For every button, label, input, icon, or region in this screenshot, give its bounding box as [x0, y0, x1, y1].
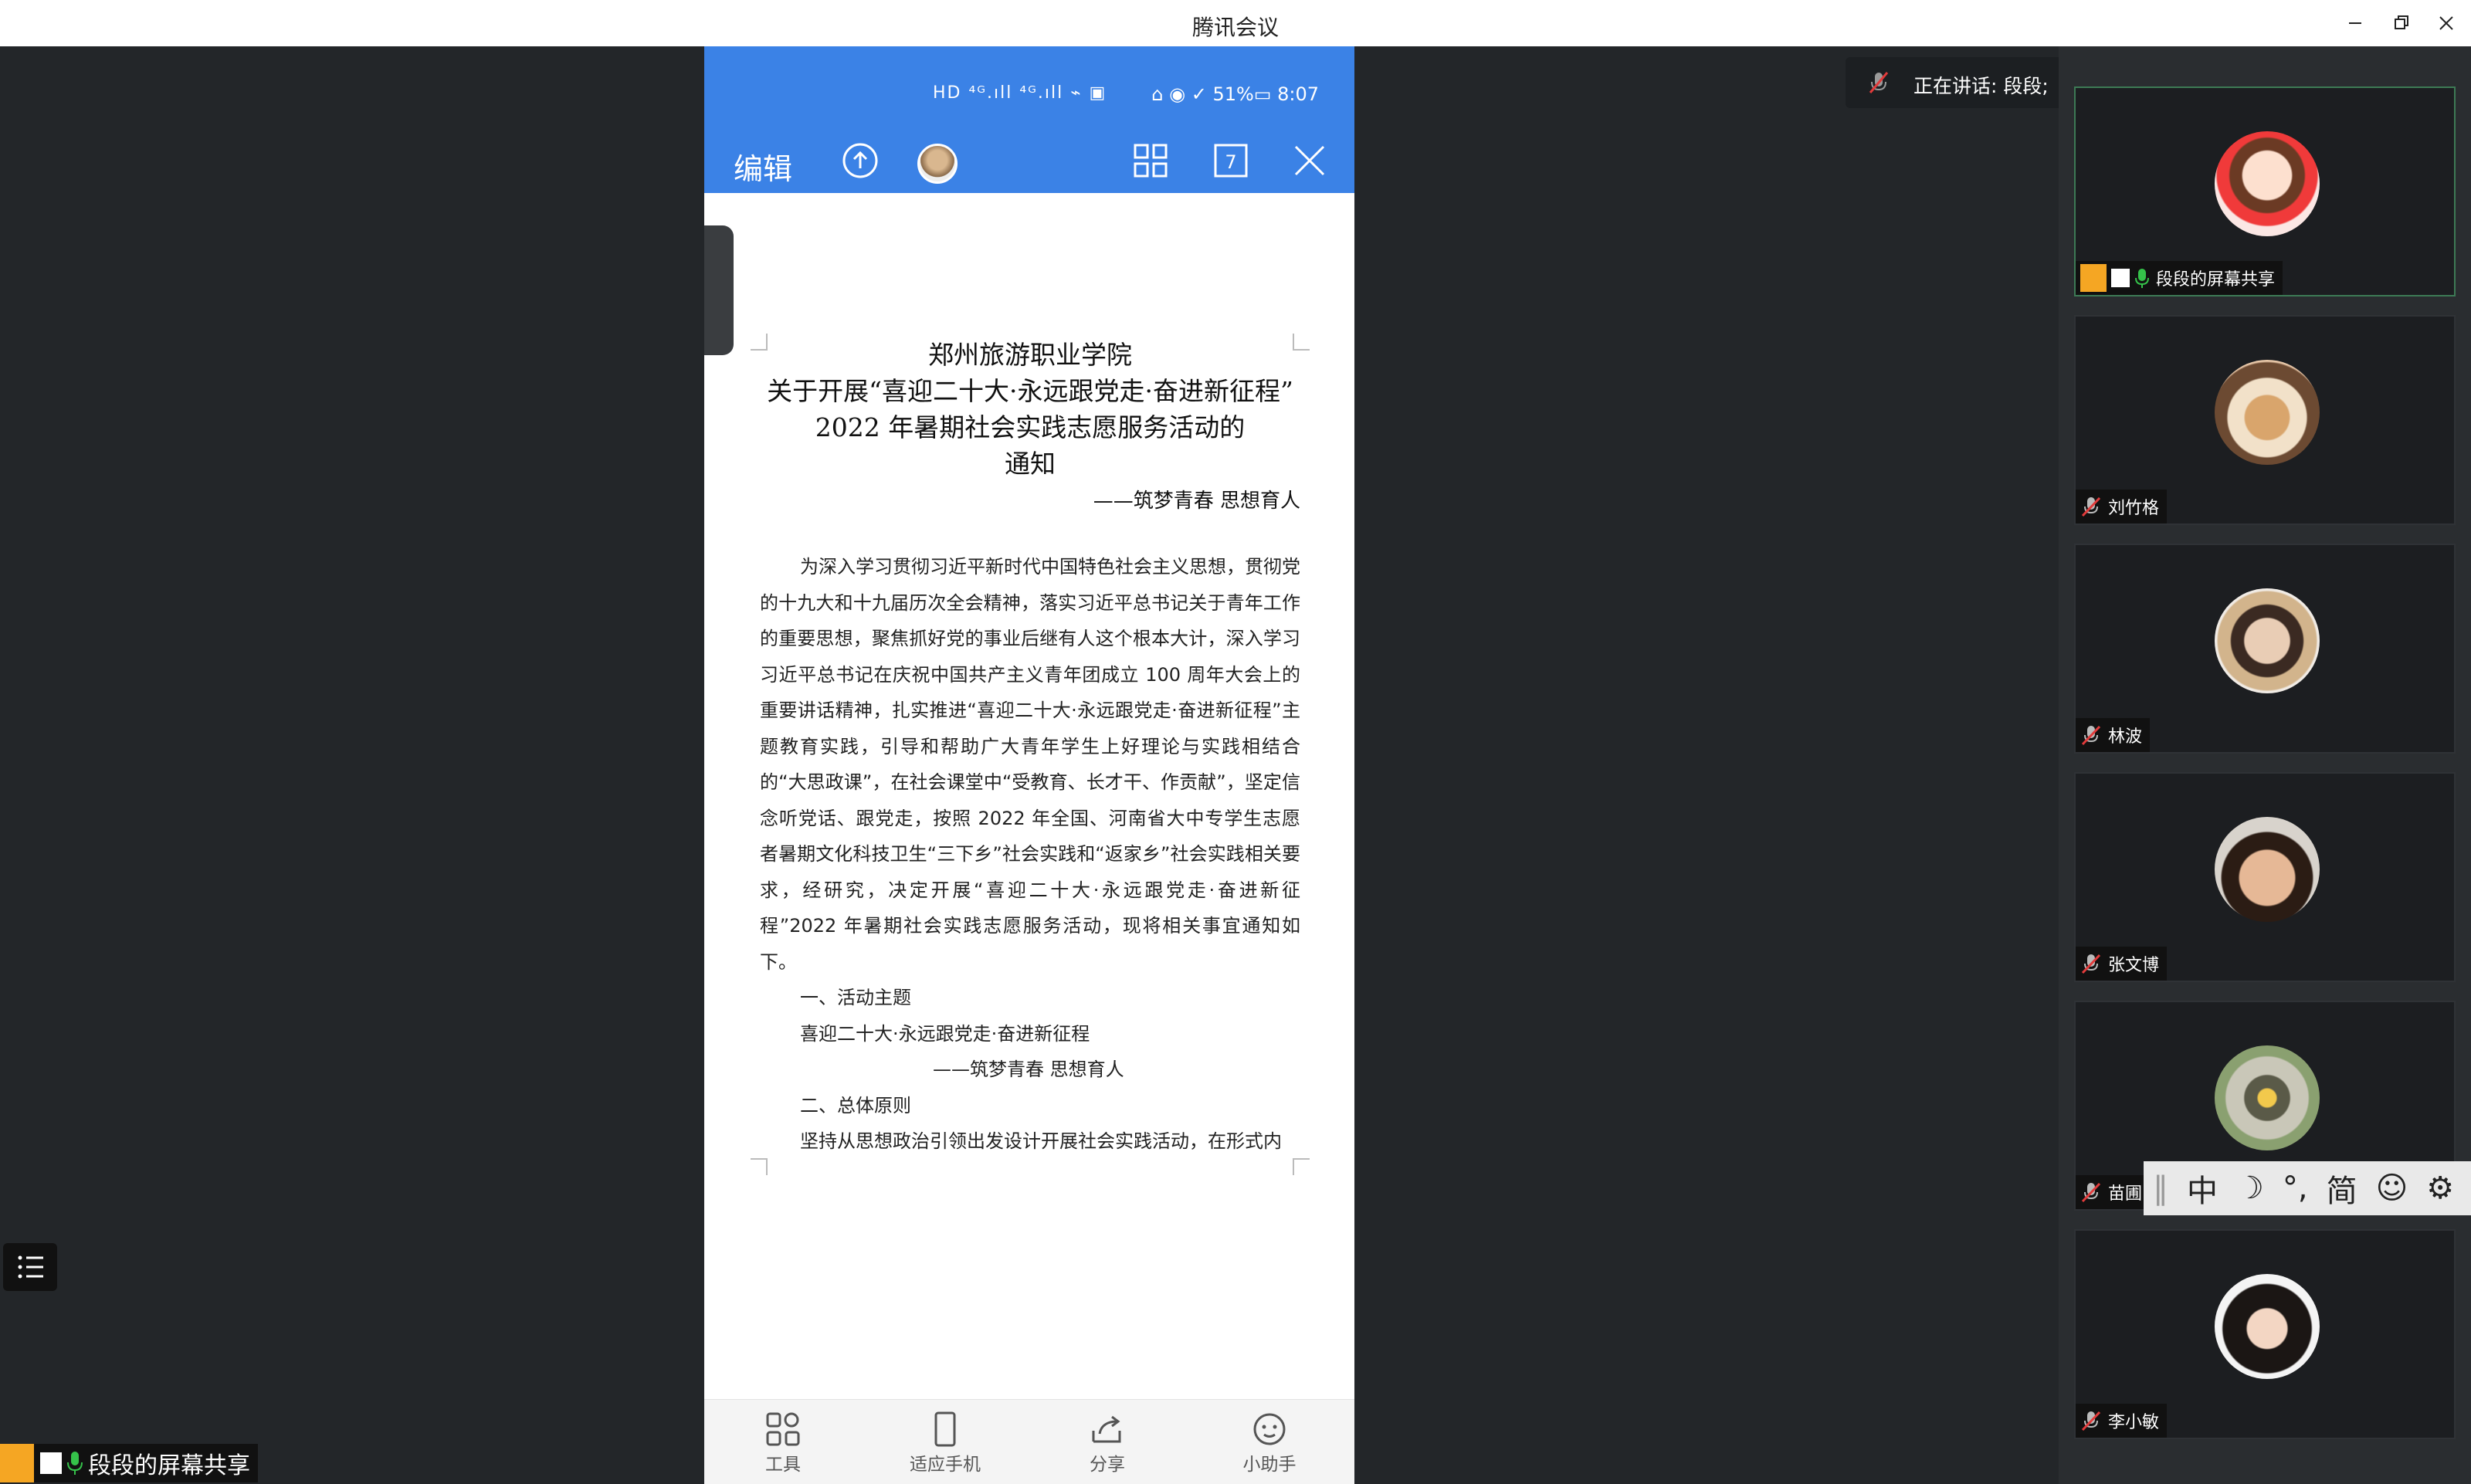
participant-name: 林波 — [2108, 727, 2143, 747]
user-icon — [0, 1444, 34, 1482]
ime-chinese-mode[interactable]: 中 — [2187, 1166, 2218, 1211]
title-bar: 腾讯会议 — [0, 0, 2471, 47]
bottom-share-label: 段段的屏幕共享 — [88, 1452, 250, 1479]
participant-nametag: 段段的屏幕共享 — [2076, 261, 2283, 295]
ime-emoji-icon[interactable]: ☺ — [2376, 1171, 2408, 1206]
ime-punctuation-icon[interactable]: °, — [2283, 1171, 2308, 1206]
minimize-button[interactable] — [2340, 8, 2371, 39]
ime-drag-handle[interactable]: ‖ — [2153, 1171, 2168, 1206]
grid-view-icon[interactable] — [1130, 141, 1171, 181]
edit-button[interactable]: 编辑 — [734, 145, 792, 188]
user-avatar-icon[interactable] — [917, 144, 958, 184]
participant-tile[interactable]: 段段的屏幕共享 — [2074, 86, 2456, 296]
mic-active-icon — [2135, 269, 2149, 288]
participant-avatar — [2215, 1045, 2320, 1150]
doc-subtitle: ——筑梦青春 思想育人 — [1093, 490, 1300, 513]
page-corner-mark — [1293, 1158, 1310, 1175]
participant-avatar — [2215, 588, 2320, 693]
share-label: 分享 — [1090, 1455, 1125, 1475]
ime-simplified-mode[interactable]: 简 — [2327, 1166, 2357, 1211]
user-icon — [2080, 264, 2107, 292]
phone-bottom-bar: 工具 适应手机 分享 小助手 — [704, 1399, 1354, 1484]
page-count-icon[interactable]: 7 — [1211, 141, 1251, 181]
menu-list-button[interactable] — [3, 1243, 57, 1291]
mic-active-icon — [67, 1452, 83, 1475]
doc-section-heading: 一、活动主题 — [800, 987, 911, 1008]
doc-paragraph: 坚持从思想政治引领出发设计开展社会实践活动，在形式内 — [800, 1130, 1282, 1152]
assistant-button[interactable]: 小助手 — [1208, 1411, 1331, 1476]
ime-toolbar[interactable]: ‖ 中 ☽ °, 简 ☺ ⚙ — [2144, 1161, 2471, 1215]
mic-muted-icon — [2081, 725, 2101, 746]
doc-theme: 喜迎二十大·永远跟党走·奋进新征程 — [800, 1022, 1090, 1045]
participant-tile[interactable]: 李小敏 — [2074, 1229, 2456, 1439]
participant-nametag: 张文博 — [2076, 947, 2168, 981]
participant-nametag: 李小敏 — [2076, 1404, 2168, 1438]
upload-icon[interactable] — [840, 141, 880, 181]
fit-phone-label: 适应手机 — [910, 1455, 981, 1475]
participant-avatar — [2215, 817, 2320, 922]
side-handle[interactable] — [704, 225, 734, 355]
doc-paragraph: 为深入学习贯彻习近平新时代中国特色社会主义思想，贯彻党的十九大和十九届历次全会精… — [760, 556, 1300, 973]
phone-status-icons: HD ⁴ᴳ.ıll ⁴ᴳ.ıll ⌁ ▣ — [933, 83, 1107, 103]
participant-name: 刘竹格 — [2108, 499, 2160, 518]
screen-share-icon — [40, 1452, 62, 1474]
phone-status-right: ⌂ ◉ ✓ 51%▭ 8:07 — [1151, 83, 1319, 105]
doc-title-line: 郑州旅游职业学院 — [928, 340, 1132, 370]
list-icon — [18, 1255, 43, 1279]
document-page: 郑州旅游职业学院 关于开展“喜迎二十大·永远跟党走·奋进新征程” 2022 年暑… — [760, 337, 1300, 1160]
participants-panel: 段段的屏幕共享 刘竹格 林波 张文博 苗圃 李小敏 — [2059, 46, 2471, 1484]
ime-settings-icon[interactable]: ⚙ — [2426, 1171, 2454, 1206]
doc-theme-sub: ——筑梦青春 思想育人 — [933, 1059, 1124, 1080]
ime-moon-icon[interactable]: ☽ — [2236, 1171, 2264, 1206]
tools-label: 工具 — [765, 1455, 801, 1475]
shared-phone-screen: HD ⁴ᴳ.ıll ⁴ᴳ.ıll ⌁ ▣ ⌂ ◉ ✓ 51%▭ 8:07 编辑 … — [704, 46, 1354, 1484]
participant-tile[interactable]: 刘竹格 — [2074, 315, 2456, 525]
page-corner-mark — [751, 1158, 768, 1175]
bottom-share-indicator: 段段的屏幕共享 — [0, 1444, 258, 1482]
close-icon[interactable] — [1290, 141, 1330, 181]
doc-body: 为深入学习贯彻习近平新时代中国特色社会主义思想，贯彻党的十九大和十九届历次全会精… — [760, 549, 1300, 1160]
participant-nametag: 林波 — [2076, 718, 2151, 752]
fit-phone-button[interactable]: 适应手机 — [883, 1411, 1007, 1476]
participant-name: 段段的屏幕共享 — [2156, 270, 2276, 290]
participant-tile[interactable]: 张文博 — [2074, 772, 2456, 982]
phone-toolbar: HD ⁴ᴳ.ıll ⁴ᴳ.ıll ⌁ ▣ ⌂ ◉ ✓ 51%▭ 8:07 编辑 … — [704, 46, 1354, 193]
doc-title-line: 关于开展“喜迎二十大·永远跟党走·奋进新征程” — [767, 376, 1293, 406]
close-window-button[interactable] — [2431, 8, 2462, 39]
doc-section-heading: 二、总体原则 — [800, 1094, 911, 1116]
participant-nametag: 苗圃 — [2076, 1175, 2151, 1209]
share-button[interactable]: 分享 — [1046, 1411, 1169, 1476]
participant-nametag: 刘竹格 — [2076, 490, 2168, 523]
participant-avatar — [2215, 131, 2320, 236]
mic-muted-icon — [2081, 954, 2101, 974]
speaking-label: 正在讲话: 段段; — [1913, 75, 2049, 97]
screen-share-icon — [2111, 269, 2130, 287]
participant-name: 苗圃 — [2108, 1184, 2143, 1204]
participant-avatar — [2215, 360, 2320, 465]
restore-button[interactable] — [2386, 8, 2417, 39]
window-title: 腾讯会议 — [1191, 15, 1279, 40]
doc-title-line: 2022 年暑期社会实践志愿服务活动的 — [815, 412, 1246, 442]
tools-button[interactable]: 工具 — [721, 1411, 845, 1476]
page-count-badge: 7 — [1225, 151, 1236, 173]
doc-title-line: 通知 — [1005, 449, 1056, 479]
assistant-label: 小助手 — [1242, 1455, 1297, 1475]
mic-muted-icon — [2081, 496, 2101, 517]
participant-avatar — [2215, 1274, 2320, 1379]
mic-muted-icon — [1869, 72, 1889, 93]
participant-tile[interactable]: 林波 — [2074, 544, 2456, 754]
participant-name: 李小敏 — [2108, 1413, 2160, 1432]
participant-name: 张文博 — [2108, 956, 2160, 975]
mic-muted-icon — [2081, 1411, 2101, 1431]
mic-muted-icon — [2081, 1182, 2101, 1203]
